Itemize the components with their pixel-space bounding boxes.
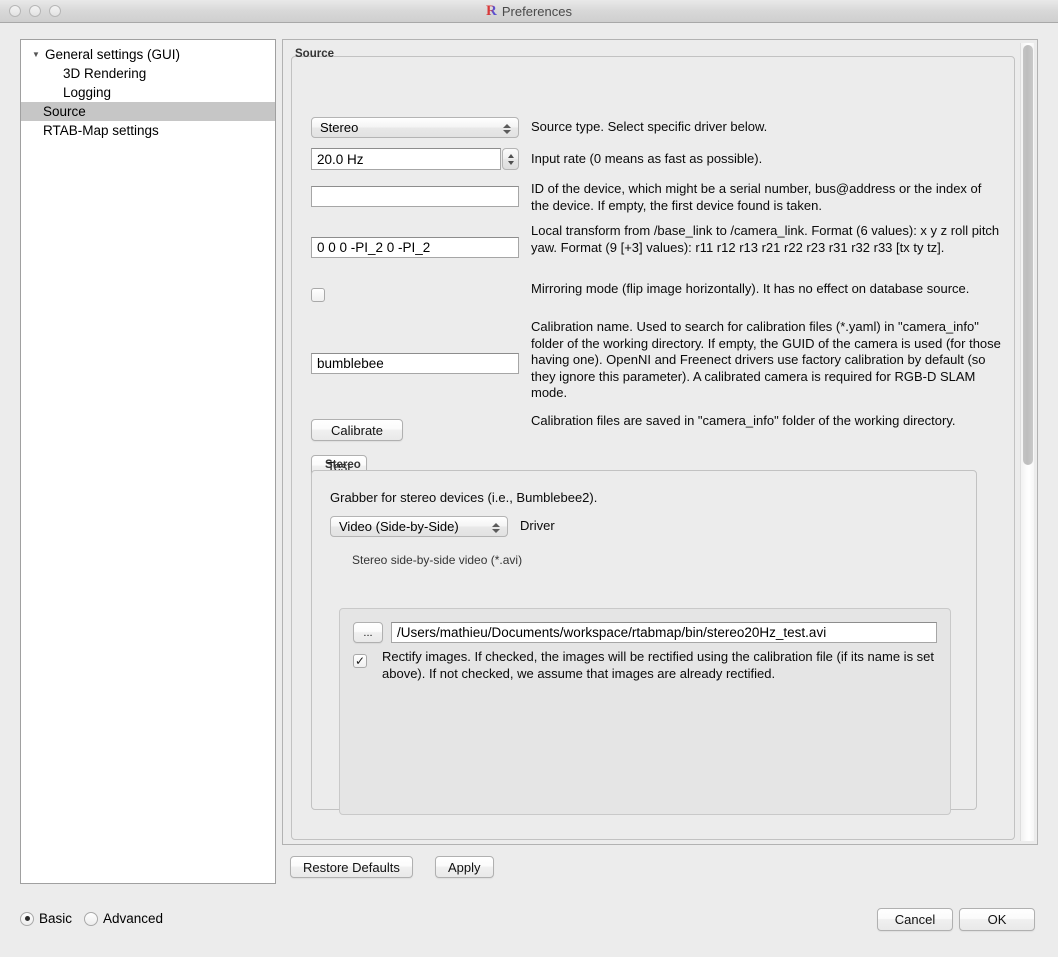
- local-transform-value: 0 0 0 -PI_2 0 -PI_2: [317, 240, 431, 255]
- radio-advanced-label: Advanced: [103, 911, 164, 926]
- minimize-window-icon[interactable]: [29, 5, 41, 17]
- sidebar-item-label: RTAB-Map settings: [43, 123, 159, 138]
- calibrate-description: Calibration files are saved in "camera_i…: [531, 413, 956, 428]
- ok-button[interactable]: OK: [959, 908, 1035, 931]
- radio-basic-icon[interactable]: [20, 911, 34, 926]
- apply-label: Apply: [448, 859, 481, 875]
- input-rate-value: 20.0 Hz: [317, 151, 364, 167]
- calibration-name-field[interactable]: bumblebee: [311, 353, 519, 374]
- radio-advanced-icon[interactable]: [84, 911, 99, 926]
- video-path-value: /Users/mathieu/Documents/workspace/rtabm…: [397, 625, 827, 640]
- device-id-description: ID of the device, which might be a seria…: [531, 181, 982, 213]
- rectify-images-checkbox[interactable]: ✓: [353, 654, 367, 668]
- combo-arrows-icon[interactable]: [491, 519, 500, 536]
- close-window-icon[interactable]: [9, 5, 21, 17]
- calibrate-button-label: Calibrate: [330, 422, 384, 438]
- apply-button[interactable]: Apply: [435, 856, 494, 878]
- rectify-images-description: Rectify images. If checked, the images w…: [382, 649, 935, 681]
- device-id-field[interactable]: [311, 186, 519, 207]
- local-transform-description: Local transform from /base_link to /came…: [531, 223, 1000, 255]
- radio-basic-label: Basic: [39, 911, 73, 926]
- stereo-driver-value: Video (Side-by-Side): [339, 519, 459, 534]
- content-scrollbar[interactable]: [1020, 43, 1034, 841]
- window-title: Preferences: [501, 4, 572, 19]
- combo-arrows-icon[interactable]: [502, 120, 511, 137]
- stereo-video-panel: ... /Users/mathieu/Documents/workspace/r…: [339, 608, 951, 815]
- cancel-button[interactable]: Cancel: [877, 908, 953, 931]
- restore-defaults-label: Restore Defaults: [303, 859, 400, 875]
- source-type-row: Stereo: [311, 117, 519, 138]
- video-path-field[interactable]: /Users/mathieu/Documents/workspace/rtabm…: [391, 622, 937, 643]
- stereo-video-panel-title: Stereo side-by-side video (*.avi): [352, 553, 523, 567]
- preferences-content-panel: Stereo Source type. Select specific driv…: [282, 39, 1038, 845]
- zoom-window-icon[interactable]: [49, 5, 61, 17]
- sidebar-item-label: General settings (GUI): [45, 47, 181, 62]
- rtabmap-logo-icon: R: [486, 3, 497, 19]
- ok-label: OK: [987, 912, 1007, 927]
- stereo-groupbox: Grabber for stereo devices (i.e., Bumble…: [311, 470, 977, 815]
- sidebar-item-label: Source: [43, 104, 86, 119]
- sidebar-item-3d-rendering[interactable]: 3D Rendering: [21, 64, 275, 83]
- source-type-value: Stereo: [320, 120, 359, 135]
- mode-radio-group: Basic Advanced: [20, 911, 163, 926]
- stereo-groupbox-title: Stereo: [325, 459, 361, 471]
- check-icon: ✓: [354, 654, 366, 668]
- stereo-intro-text: Grabber for stereo devices (i.e., Bumble…: [330, 490, 598, 505]
- calibration-name-value: bumblebee: [317, 356, 384, 371]
- sidebar-item-label: Logging: [63, 85, 112, 100]
- stereo-driver-label: Driver: [520, 518, 555, 533]
- input-rate-row: 20.0 Hz: [311, 148, 519, 170]
- restore-defaults-button[interactable]: Restore Defaults: [290, 856, 413, 878]
- mirroring-description: Mirroring mode (flip image horizontally)…: [531, 281, 970, 296]
- chevron-down-icon[interactable]: ▼: [29, 45, 43, 64]
- stepper-up-icon[interactable]: [507, 153, 514, 158]
- input-rate-stepper[interactable]: [502, 148, 519, 170]
- window-titlebar: R Preferences: [0, 0, 1058, 23]
- radio-basic[interactable]: Basic: [20, 911, 72, 926]
- input-rate-field[interactable]: 20.0 Hz: [311, 148, 501, 170]
- sidebar-item-label: 3D Rendering: [63, 66, 147, 81]
- input-rate-description: Input rate (0 means as fast as possible)…: [531, 151, 763, 166]
- calibration-name-description: Calibration name. Used to search for cal…: [531, 319, 1001, 400]
- scrollbar-thumb[interactable]: [1023, 45, 1033, 465]
- sidebar-item-source[interactable]: Source: [21, 102, 275, 121]
- browse-file-button-label: ...: [363, 626, 373, 639]
- settings-tree[interactable]: ▼ General settings (GUI) 3D Rendering Lo…: [20, 39, 276, 884]
- source-groupbox-title: Source: [295, 48, 334, 60]
- sidebar-item-logging[interactable]: Logging: [21, 83, 275, 102]
- source-type-combo[interactable]: Stereo: [311, 117, 519, 138]
- sidebar-item-general-settings[interactable]: ▼ General settings (GUI): [21, 45, 275, 64]
- stepper-down-icon[interactable]: [507, 160, 514, 165]
- sidebar-item-rtabmap-settings[interactable]: RTAB-Map settings: [21, 121, 275, 140]
- cancel-label: Cancel: [894, 912, 936, 927]
- source-type-description: Source type. Select specific driver belo…: [531, 119, 768, 134]
- local-transform-field[interactable]: 0 0 0 -PI_2 0 -PI_2: [311, 237, 519, 258]
- browse-file-button[interactable]: ...: [353, 622, 383, 643]
- window-title-group: R Preferences: [0, 0, 1058, 23]
- stereo-driver-combo[interactable]: Video (Side-by-Side): [330, 516, 508, 537]
- mirroring-checkbox[interactable]: [311, 288, 325, 302]
- radio-advanced[interactable]: Advanced: [84, 911, 163, 926]
- calibrate-button[interactable]: Calibrate: [311, 419, 403, 441]
